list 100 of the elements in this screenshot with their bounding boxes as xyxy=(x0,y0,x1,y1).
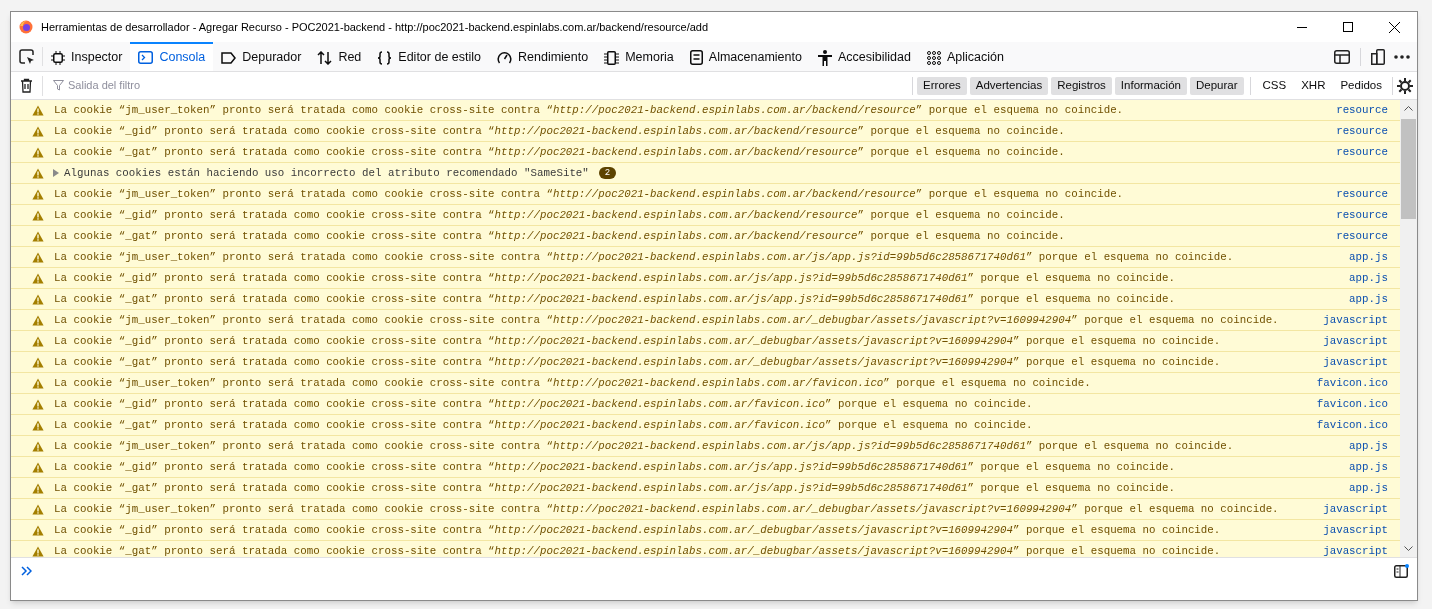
maximize-icon xyxy=(1343,22,1353,32)
filter-toggle[interactable]: Errores xyxy=(917,76,967,95)
devtools-tab[interactable]: Rendimiento xyxy=(489,42,597,71)
scrollbar[interactable] xyxy=(1400,100,1417,557)
warning-icon xyxy=(32,335,44,347)
warning-icon xyxy=(32,167,44,179)
devtools-tab[interactable]: Aplicación xyxy=(918,42,1012,71)
source-link[interactable]: app.js xyxy=(1349,269,1388,287)
box-icon xyxy=(51,50,65,65)
warning-icon xyxy=(32,356,44,368)
warning-icon xyxy=(32,230,44,242)
warning-icon xyxy=(32,482,44,494)
console-message: La cookie “_gat” pronto será tratada como cookie cross-site contra “http://poc2021-backend.espinlabs.com.ar/js/app.js?id=99b5d6c2858671740d61” porque el esquema no coincide. xyxy=(54,480,1175,496)
filter-toggle[interactable]: Depurar xyxy=(1189,76,1244,95)
devtools-tab[interactable]: Accesibilidad xyxy=(809,42,919,71)
console-message: La cookie “jm_user_token” pronto será tratada como cookie cross-site contra “http://poc2021-backend.espinlabs.com.ar/js/app.js?id=99b5d6c2858671740d61” porque el esquema no coincide. xyxy=(54,438,1234,454)
filter-toggle[interactable]: Pedidos xyxy=(1334,76,1388,95)
storage-icon xyxy=(689,50,703,65)
browser-logo-icon xyxy=(19,20,33,34)
warning-icon xyxy=(32,419,44,431)
console-message: La cookie “jm_user_token” pronto será tratada como cookie cross-site contra “http://poc2021-backend.espinlabs.com.ar/_debugbar/assets/javascript?v=1609942904” porque el esquema no coincide. xyxy=(54,312,1279,328)
source-link[interactable]: favicon.ico xyxy=(1316,395,1388,413)
filter-toggle[interactable]: CSS xyxy=(1256,76,1293,95)
console-message: La cookie “jm_user_token” pronto será tratada como cookie cross-site contra “http://poc2021-backend.espinlabs.com.ar/favicon.ico” porque el esquema no coincide. xyxy=(54,375,1091,391)
tag-icon xyxy=(221,51,237,64)
source-link[interactable]: javascript xyxy=(1323,332,1388,350)
warning-icon xyxy=(32,251,44,263)
devtools-tab[interactable]: Red xyxy=(309,42,370,71)
source-link[interactable]: app.js xyxy=(1349,248,1388,266)
scroll-up-icon xyxy=(1404,106,1413,111)
more-icon xyxy=(1394,54,1410,59)
layout-icon xyxy=(1334,49,1350,64)
filter-toggle[interactable]: Información xyxy=(1114,76,1187,95)
console-message: La cookie “_gat” pronto será tratada como cookie cross-site contra “http://poc2021-backend.espinlabs.com.ar/favicon.ico” porque el esquema no coincide. xyxy=(54,417,1033,433)
filter-field[interactable]: Salida del filtro xyxy=(68,77,568,94)
warning-icon xyxy=(32,125,44,137)
console-message: La cookie “jm_user_token” pronto será tratada como cookie cross-site contra “http://poc2021-backend.espinlabs.com.ar/js/app.js?id=99b5d6c2858671740d61” porque el esquema no coincide. xyxy=(54,249,1234,265)
devtools-tab[interactable]: Depurador xyxy=(213,42,310,71)
close-icon xyxy=(1388,21,1400,33)
source-link[interactable]: app.js xyxy=(1349,290,1388,308)
window-title: Herramientas de desarrollador - Agregar Recurso - POC2021-backend - http://poc2021-backend.espinlabs.com.ar/backend/resource/add xyxy=(41,19,709,35)
source-link[interactable]: javascript xyxy=(1323,500,1388,518)
source-link[interactable]: javascript xyxy=(1323,542,1388,557)
source-link[interactable]: app.js xyxy=(1349,437,1388,455)
console-message: La cookie “jm_user_token” pronto será tratada como cookie cross-site contra “http://poc2021-backend.espinlabs.com.ar/backend/resource” porque el esquema no coincide. xyxy=(54,186,1124,202)
source-link[interactable]: favicon.ico xyxy=(1316,374,1388,392)
source-link[interactable]: favicon.ico xyxy=(1316,416,1388,434)
filter-toggle[interactable]: XHR xyxy=(1295,76,1332,95)
console-message: La cookie “_gid” pronto será tratada como cookie cross-site contra “http://poc2021-backend.espinlabs.com.ar/favicon.ico” porque el esquema no coincide. xyxy=(54,396,1033,412)
source-link[interactable]: app.js xyxy=(1349,479,1388,497)
filter-toggle[interactable]: Advertencias xyxy=(969,76,1049,95)
minimize-icon xyxy=(1297,26,1307,28)
warning-icon xyxy=(32,188,44,200)
warning-icon xyxy=(32,377,44,389)
source-link[interactable]: javascript xyxy=(1323,353,1388,371)
warning-icon xyxy=(32,398,44,410)
up-down-arrows-icon xyxy=(317,50,333,65)
devices-icon xyxy=(1371,48,1385,65)
devtools-tab[interactable]: Inspector xyxy=(43,42,131,71)
split-editor-icon xyxy=(1393,564,1409,578)
editor-mode-button[interactable] xyxy=(1391,561,1411,581)
source-link[interactable]: javascript xyxy=(1323,521,1388,539)
warning-icon xyxy=(32,272,44,284)
devtools-tab[interactable]: Almacenamiento xyxy=(681,42,810,71)
console-message: La cookie “_gid” pronto será tratada como cookie cross-site contra “http://poc2021-backend.espinlabs.com.ar/_debugbar/assets/javascript?v=1609942904” porque el esquema no coincide. xyxy=(54,522,1221,538)
source-link[interactable]: resource xyxy=(1336,101,1388,119)
braces-icon xyxy=(377,50,393,65)
console-message: La cookie “jm_user_token” pronto será tratada como cookie cross-site contra “http://poc2021-backend.espinlabs.com.ar/_debugbar/assets/javascript?v=1609942904” porque el esquema no coincide. xyxy=(54,501,1279,517)
warning-icon xyxy=(32,314,44,326)
group-message: Algunas cookies están haciendo uso incorrecto del atributo recomendado "SameSite" xyxy=(64,165,589,181)
chip-icon xyxy=(604,50,620,65)
warning-icon xyxy=(32,104,44,116)
prompt-chevron-icon xyxy=(21,566,32,576)
element-picker-icon xyxy=(18,48,35,65)
source-link[interactable]: resource xyxy=(1336,122,1388,140)
source-link[interactable]: resource xyxy=(1336,143,1388,161)
console-message: La cookie “_gid” pronto será tratada como cookie cross-site contra “http://poc2021-backend.espinlabs.com.ar/js/app.js?id=99b5d6c2858671740d61” porque el esquema no coincide. xyxy=(54,459,1175,475)
source-link[interactable]: app.js xyxy=(1349,458,1388,476)
grid-dots-icon xyxy=(926,50,941,65)
source-link[interactable]: resource xyxy=(1336,227,1388,245)
console-message: La cookie “_gid” pronto será tratada como cookie cross-site contra “http://poc2021-backend.espinlabs.com.ar/_debugbar/assets/javascript?v=1609942904” porque el esquema no coincide. xyxy=(54,333,1221,349)
devtools-tab[interactable]: Editor de estilo xyxy=(369,42,489,71)
source-link[interactable]: resource xyxy=(1336,185,1388,203)
devtools-tab[interactable]: Consola xyxy=(130,42,214,71)
warning-icon xyxy=(32,146,44,158)
warning-icon xyxy=(32,293,44,305)
console-message: La cookie “_gid” pronto será tratada como cookie cross-site contra “http://poc2021-backend.espinlabs.com.ar/backend/resource” porque el esquema no coincide. xyxy=(54,123,1065,139)
console-message: La cookie “_gid” pronto será tratada como cookie cross-site contra “http://poc2021-backend.espinlabs.com.ar/js/app.js?id=99b5d6c2858671740d61” porque el esquema no coincide. xyxy=(54,270,1175,286)
source-link[interactable]: resource xyxy=(1336,206,1388,224)
console-message: La cookie “_gat” pronto será tratada como cookie cross-site contra “http://poc2021-backend.espinlabs.com.ar/_debugbar/assets/javascript?v=1609942904” porque el esquema no coincide. xyxy=(54,543,1221,557)
devtools-tab[interactable]: Memoria xyxy=(596,42,682,71)
scrollbar-thumb[interactable] xyxy=(1401,119,1416,219)
warning-icon xyxy=(32,209,44,221)
console-message: La cookie “_gat” pronto será tratada como cookie cross-site contra “http://poc2021-backend.espinlabs.com.ar/backend/resource” porque el esquema no coincide. xyxy=(54,144,1065,160)
warning-icon xyxy=(32,503,44,515)
source-link[interactable]: javascript xyxy=(1323,311,1388,329)
scroll-down-icon xyxy=(1404,546,1413,551)
count-badge: 2 xyxy=(598,167,617,179)
expand-toggle-icon[interactable] xyxy=(53,169,59,177)
filter-toggle[interactable]: Registros xyxy=(1051,76,1112,95)
